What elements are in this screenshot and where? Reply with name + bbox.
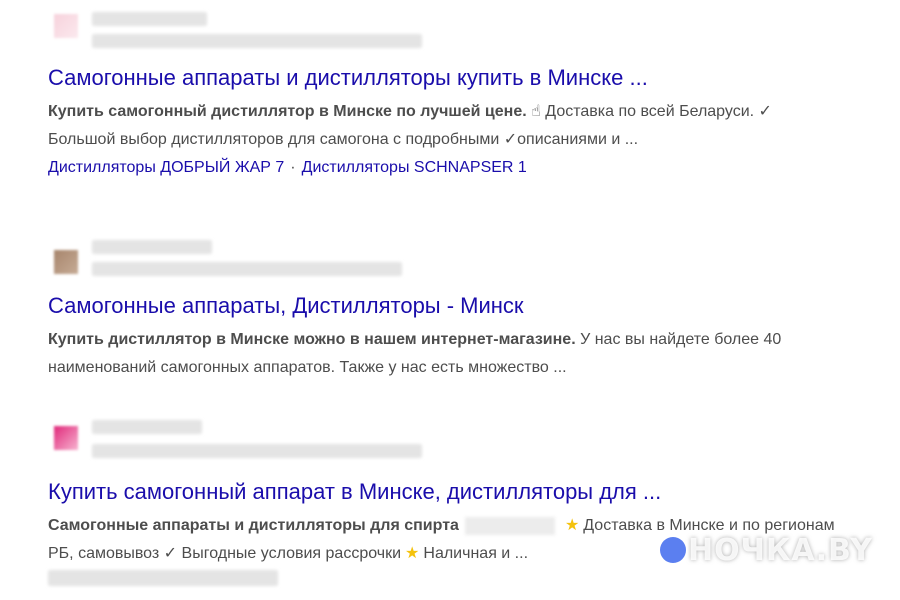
snippet-text: Большой выбор дистилляторов для самогона… xyxy=(48,131,639,148)
site-info-blurred xyxy=(48,236,878,282)
site-favicon xyxy=(54,250,78,274)
result-snippet: Купить самогонный дистиллятор в Минске п… xyxy=(48,98,878,154)
result-title-link[interactable]: Купить самогонный аппарат в Минске, дист… xyxy=(48,478,878,506)
star-icon: ★ xyxy=(405,545,420,562)
blurred-line xyxy=(48,570,278,586)
pointing-finger-emoji: ☝ xyxy=(531,103,541,120)
result-snippet: Купить дистиллятор в Минске можно в наше… xyxy=(48,326,868,382)
search-result: Самогонные аппараты, Дистилляторы - Минс… xyxy=(48,236,878,382)
search-results-page: { "results": [ { "title": "Самогонные ап… xyxy=(0,0,900,600)
star-icon: ★ xyxy=(564,517,580,534)
site-info-blurred xyxy=(48,6,878,52)
result-title-link[interactable]: Самогонные аппараты и дистилляторы купит… xyxy=(48,64,878,92)
blurred-text xyxy=(464,516,555,535)
snippet-highlight: Купить самогонный дистиллятор в Минске п… xyxy=(48,103,527,120)
site-favicon xyxy=(54,14,78,38)
watermark-logo-icon xyxy=(660,537,686,563)
watermark-text: НОЧКА.BY xyxy=(688,532,873,568)
search-result: Самогонные аппараты и дистилляторы купит… xyxy=(48,6,878,180)
site-favicon xyxy=(54,426,78,450)
snippet-highlight: Купить дистиллятор в Минске можно в наше… xyxy=(48,331,576,348)
sitelink-separator: · xyxy=(290,159,296,176)
watermark: НОЧКА.BY xyxy=(630,530,873,570)
sitelink[interactable]: Дистилляторы SCHNAPSER 1 xyxy=(302,159,527,176)
snippet-text: Наличная и ... xyxy=(423,545,529,562)
sitelinks: Дистилляторы ДОБРЫЙ ЖАР 7 · Дистилляторы S… xyxy=(48,156,878,180)
site-info-blurred xyxy=(48,418,878,464)
result-title-link[interactable]: Самогонные аппараты, Дистилляторы - Минс… xyxy=(48,292,878,320)
snippet-highlight: Самогонные аппараты и дистилляторы для с… xyxy=(48,517,459,534)
snippet-text: Доставка по всей Беларуси. ✓ xyxy=(540,103,772,120)
sitelink[interactable]: Дистилляторы ДОБРЫЙ ЖАР 7 xyxy=(48,159,284,176)
